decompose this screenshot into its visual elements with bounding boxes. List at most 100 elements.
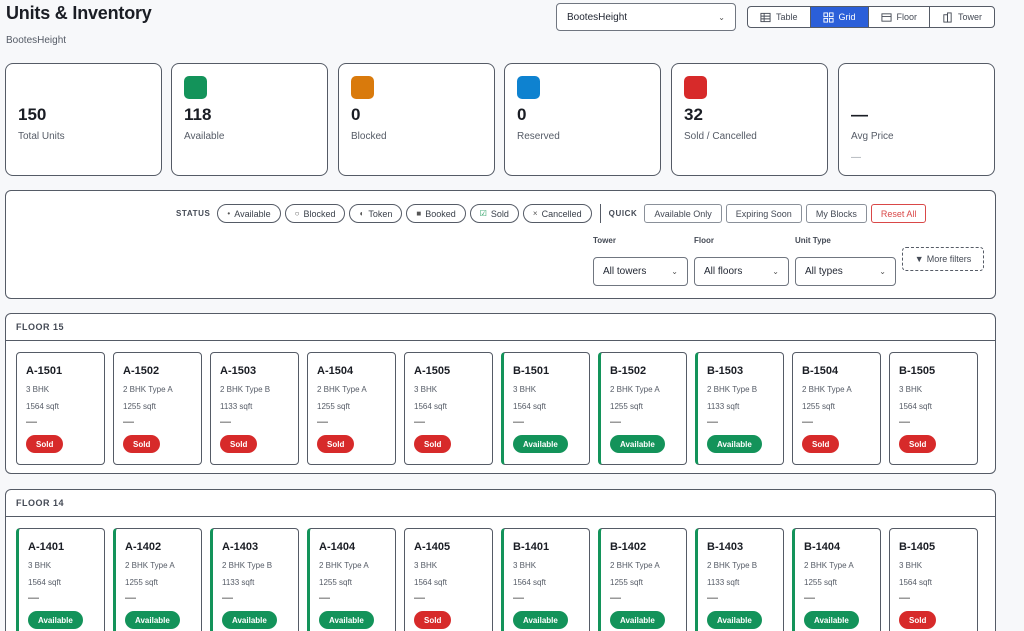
more-filters-button[interactable]: ▼ More filters <box>902 247 984 271</box>
unit-code: B-1503 <box>707 365 744 377</box>
chevron-down-icon: ⌄ <box>671 267 678 276</box>
stat-value: 0 <box>517 105 527 124</box>
tab-grid[interactable]: Grid <box>810 7 869 27</box>
unit-code: A-1401 <box>28 541 65 553</box>
stat-card-avg-price: — Avg Price — <box>838 63 995 176</box>
filters-panel: STATUS • Available ○ Blocked ◐ Token ■ Booke… <box>5 190 996 299</box>
unit-card[interactable]: A-1403 2 BHK Type B 1133 sqft — Available <box>210 528 299 631</box>
unit-card[interactable]: B-1502 2 BHK Type A 1255 sqft — Available <box>598 352 687 465</box>
unit-type: 2 BHK Type A <box>123 385 173 394</box>
unit-card[interactable]: B-1404 2 BHK Type A 1255 sqft — Available <box>792 528 881 631</box>
unit-card[interactable]: B-1401 3 BHK 1564 sqft — Available <box>501 528 590 631</box>
unit-type: 2 BHK Type A <box>319 561 369 570</box>
tab-floor[interactable]: Floor <box>869 7 931 27</box>
unit-area: 1255 sqft <box>802 402 835 411</box>
view-switch: Table Grid Floor Tower <box>747 6 996 28</box>
chip-label: Cancelled <box>541 208 582 219</box>
stat-card-sold: 32 Sold / Cancelled <box>671 63 828 176</box>
tab-floor-label: Floor <box>896 12 918 22</box>
project-subtitle: BootesHeight <box>6 35 67 46</box>
stat-value: 0 <box>351 105 361 124</box>
unit-price: — <box>28 592 39 604</box>
chip-cancelled[interactable]: × Cancelled <box>522 204 592 223</box>
unit-card[interactable]: A-1504 2 BHK Type A 1255 sqft — Sold <box>307 352 396 465</box>
x-icon: × <box>532 209 538 218</box>
tab-table[interactable]: Table <box>748 7 811 27</box>
floor-select-value: All floors <box>704 266 743 277</box>
unit-price: — <box>414 416 425 428</box>
chip-available[interactable]: • Available <box>217 204 281 223</box>
unit-area: 1564 sqft <box>513 578 546 587</box>
tower-select-value: All towers <box>603 266 647 277</box>
unit-card[interactable]: A-1401 3 BHK 1564 sqft — Available <box>16 528 105 631</box>
unit-area: 1255 sqft <box>610 402 643 411</box>
available-swatch-icon <box>184 76 207 99</box>
status-badge: Available <box>513 611 568 629</box>
sold-swatch-icon <box>684 76 707 99</box>
stat-card-blocked: 0 Blocked <box>338 63 495 176</box>
floor-label: FLOOR 15 <box>6 314 995 341</box>
reset-all-button[interactable]: Reset All <box>870 204 927 223</box>
unit-type: 3 BHK <box>26 385 50 394</box>
unit-area: 1133 sqft <box>707 402 740 411</box>
status-badge: Sold <box>317 435 355 453</box>
unit-row: A-1401 3 BHK 1564 sqft — Available A-1402 2 BH… <box>16 528 978 631</box>
tower-select[interactable]: All towers ⌄ <box>593 257 688 286</box>
chip-sold[interactable]: ☑ Sold <box>469 204 519 223</box>
unit-card[interactable]: B-1505 3 BHK 1564 sqft — Sold <box>889 352 978 465</box>
unit-type: 2 BHK Type A <box>804 561 854 570</box>
status-badge: Available <box>125 611 180 629</box>
half-circle-icon: ◐ <box>359 209 365 218</box>
unit-card[interactable]: B-1503 2 BHK Type B 1133 sqft — Available <box>695 352 784 465</box>
unit-code: B-1405 <box>899 541 936 553</box>
stat-label: Sold / Cancelled <box>684 131 757 142</box>
unit-type: 3 BHK <box>414 561 438 570</box>
tab-grid-label: Grid <box>838 12 856 22</box>
project-select-value: BootesHeight <box>567 11 628 23</box>
quick-label: QUICK <box>608 209 638 218</box>
unit-card[interactable]: B-1405 3 BHK 1564 sqft — Sold <box>889 528 978 631</box>
unit-area: 1564 sqft <box>899 578 932 587</box>
floor-select[interactable]: All floors ⌄ <box>694 257 789 286</box>
floor-label: FLOOR 14 <box>6 490 995 517</box>
my-blocks-button[interactable]: My Blocks <box>805 204 867 223</box>
unit-card[interactable]: A-1501 3 BHK 1564 sqft — Sold <box>16 352 105 465</box>
unit-type: 3 BHK <box>513 561 537 570</box>
unit-price: — <box>513 416 524 428</box>
unit-code: B-1505 <box>899 365 936 377</box>
unit-code: A-1502 <box>123 365 160 377</box>
status-badge: Available <box>222 611 277 629</box>
tab-tower[interactable]: Tower <box>930 7 994 27</box>
unit-card[interactable]: B-1501 3 BHK 1564 sqft — Available <box>501 352 590 465</box>
unit-type-select[interactable]: All types ⌄ <box>795 257 896 286</box>
grid-icon <box>822 11 834 23</box>
unit-card[interactable]: A-1404 2 BHK Type A 1255 sqft — Available <box>307 528 396 631</box>
unit-price: — <box>899 592 910 604</box>
project-select[interactable]: BootesHeight ⌄ <box>556 3 736 31</box>
unit-card[interactable]: A-1503 2 BHK Type B 1133 sqft — Sold <box>210 352 299 465</box>
status-badge: Sold <box>414 611 452 629</box>
chevron-down-icon: ⌄ <box>772 267 779 276</box>
stat-value: 118 <box>184 105 212 124</box>
tab-table-label: Table <box>776 12 798 22</box>
chip-token[interactable]: ◐ Token <box>349 204 403 223</box>
chip-booked[interactable]: ■ Booked <box>406 204 466 223</box>
unit-code: A-1505 <box>414 365 451 377</box>
unit-price: — <box>610 416 621 428</box>
chip-label: Token <box>368 208 393 219</box>
unit-card[interactable]: B-1402 2 BHK Type A 1255 sqft — Available <box>598 528 687 631</box>
unit-card[interactable]: B-1403 2 BHK Type B 1133 sqft — Available <box>695 528 784 631</box>
unit-card[interactable]: B-1504 2 BHK Type A 1255 sqft — Sold <box>792 352 881 465</box>
expiring-soon-button[interactable]: Expiring Soon <box>725 204 802 223</box>
chip-blocked[interactable]: ○ Blocked <box>284 204 346 223</box>
unit-area: 1255 sqft <box>610 578 643 587</box>
unit-card[interactable]: A-1405 3 BHK 1564 sqft — Sold <box>404 528 493 631</box>
status-badge: Available <box>513 435 568 453</box>
unit-card[interactable]: A-1402 2 BHK Type A 1255 sqft — Available <box>113 528 202 631</box>
unit-card[interactable]: A-1505 3 BHK 1564 sqft — Sold <box>404 352 493 465</box>
available-only-button[interactable]: Available Only <box>644 204 722 223</box>
unit-price: — <box>804 592 815 604</box>
unit-card[interactable]: A-1502 2 BHK Type A 1255 sqft — Sold <box>113 352 202 465</box>
divider <box>599 204 601 223</box>
unit-area: 1564 sqft <box>414 578 447 587</box>
